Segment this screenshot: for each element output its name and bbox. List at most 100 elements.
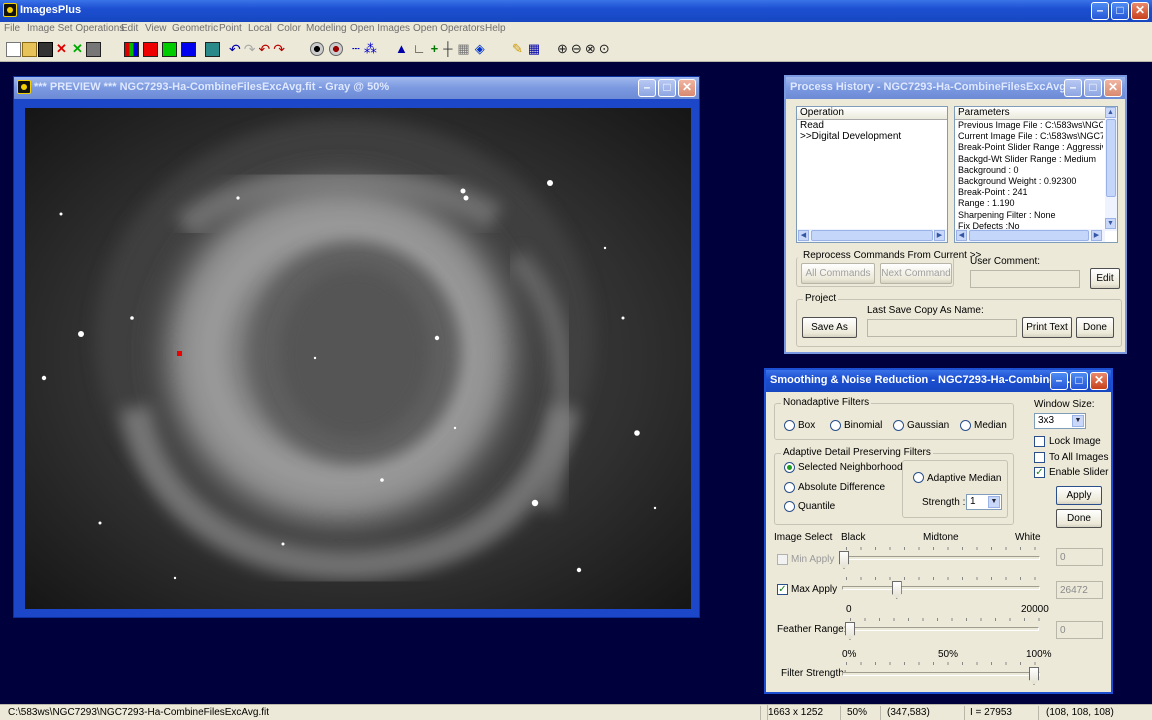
menu-image-set-operations[interactable]: Image Set Operations bbox=[27, 22, 124, 36]
operation-hscroll[interactable]: ◀ ▶ bbox=[797, 229, 947, 242]
smoothing-minimize-button[interactable]: – bbox=[1050, 372, 1068, 390]
select-box-icon[interactable]: ▦ bbox=[457, 41, 469, 57]
scroll-down-icon[interactable]: ▼ bbox=[1105, 218, 1116, 229]
scroll-left-icon[interactable]: ◀ bbox=[798, 230, 809, 241]
parameter-item[interactable]: Previous Image File : C:\583ws\NGC7 bbox=[958, 120, 1103, 131]
rgb-bars-icon[interactable] bbox=[124, 42, 139, 57]
median-radio[interactable] bbox=[960, 420, 971, 431]
quantile-label[interactable]: Quantile bbox=[798, 501, 835, 512]
history-minimize-button[interactable]: – bbox=[1064, 79, 1082, 97]
scroll-right-icon[interactable]: ▶ bbox=[1091, 230, 1102, 241]
selected-neighborhood-label[interactable]: Selected Neighborhood bbox=[798, 462, 903, 473]
new-file-icon[interactable] bbox=[6, 42, 21, 57]
min-apply-label[interactable]: Min Apply bbox=[791, 554, 834, 565]
min-apply-thumb[interactable] bbox=[839, 551, 849, 569]
gaussian-radio[interactable] bbox=[893, 420, 904, 431]
next-command-button[interactable]: Next Command bbox=[880, 263, 952, 284]
parameter-item[interactable]: Sharpening Filter : None bbox=[958, 210, 1103, 221]
plus-cursor-icon[interactable]: + bbox=[431, 41, 439, 57]
grid-icon[interactable] bbox=[205, 42, 220, 57]
to-all-images-checkbox[interactable] bbox=[1034, 452, 1045, 463]
history-close-button[interactable]: ✕ bbox=[1104, 79, 1122, 97]
lock-image-label[interactable]: Lock Image bbox=[1049, 436, 1101, 447]
box-label[interactable]: Box bbox=[798, 420, 815, 431]
dotted-line-icon[interactable]: ┄ bbox=[352, 41, 360, 57]
parameters-list[interactable]: Parameters Previous Image File : C:\583w… bbox=[954, 106, 1118, 243]
history-maximize-button[interactable]: □ bbox=[1084, 79, 1102, 97]
close-green-x-icon[interactable]: ✕ bbox=[70, 42, 85, 57]
scroll-right-icon[interactable]: ▶ bbox=[934, 230, 945, 241]
parameter-item[interactable]: Background Weight : 0.92300 bbox=[958, 176, 1103, 187]
menu-local[interactable]: Local bbox=[248, 22, 272, 36]
palette-icon[interactable]: ◈ bbox=[475, 41, 485, 57]
scroll-thumb[interactable] bbox=[1106, 119, 1116, 197]
adaptive-median-label[interactable]: Adaptive Median bbox=[927, 473, 1002, 484]
redo-icon[interactable]: ↷ bbox=[244, 41, 256, 57]
max-value-field[interactable]: 26472 bbox=[1056, 581, 1103, 599]
parameters-header[interactable]: Parameters bbox=[955, 107, 1117, 120]
done-button[interactable]: Done bbox=[1076, 317, 1114, 338]
zoom-actual-icon[interactable]: ⊙ bbox=[599, 41, 610, 57]
maximize-button[interactable]: □ bbox=[1111, 2, 1129, 20]
menu-open-operators[interactable]: Open Operators bbox=[413, 22, 485, 36]
user-comment-field[interactable] bbox=[970, 270, 1080, 288]
star-points-icon[interactable]: ⁂ bbox=[364, 41, 377, 57]
apply-button[interactable]: Apply bbox=[1056, 486, 1102, 505]
undo-red-icon[interactable]: ↶ bbox=[258, 41, 270, 57]
measure-icon[interactable]: ∟ bbox=[413, 41, 426, 57]
menu-geometric[interactable]: Geometric bbox=[172, 22, 218, 36]
binomial-label[interactable]: Binomial bbox=[844, 420, 882, 431]
feather-slider[interactable] bbox=[846, 627, 1039, 631]
menu-help[interactable]: Help bbox=[485, 22, 506, 36]
redo-red-icon[interactable]: ↷ bbox=[273, 41, 285, 57]
min-value-field[interactable]: 0 bbox=[1056, 548, 1103, 566]
zoom-out-icon[interactable]: ⊖ bbox=[571, 41, 582, 57]
green-channel-icon[interactable] bbox=[162, 42, 177, 57]
min-apply-checkbox[interactable] bbox=[777, 554, 788, 565]
parameters-vscroll[interactable]: ▲ ▼ bbox=[1105, 107, 1117, 231]
save-icon[interactable] bbox=[38, 42, 53, 57]
chevron-down-icon[interactable]: ▼ bbox=[1072, 415, 1084, 427]
histogram-left-icon[interactable] bbox=[310, 42, 324, 56]
quantile-radio[interactable] bbox=[784, 501, 795, 512]
zoom-in-icon[interactable]: ⊕ bbox=[557, 41, 568, 57]
enable-slider-label[interactable]: Enable Slider bbox=[1049, 467, 1108, 478]
scroll-thumb[interactable] bbox=[969, 230, 1089, 241]
lock-image-checkbox[interactable] bbox=[1034, 436, 1045, 447]
scroll-up-icon[interactable]: ▲ bbox=[1105, 107, 1116, 118]
smoothing-close-button[interactable]: ✕ bbox=[1090, 372, 1108, 390]
print-text-button[interactable]: Print Text bbox=[1022, 317, 1072, 338]
undo-icon[interactable]: ↶ bbox=[229, 41, 241, 57]
chevron-down-icon[interactable]: ▼ bbox=[988, 496, 1000, 508]
parameters-hscroll[interactable]: ◀ ▶ bbox=[955, 229, 1105, 242]
absolute-difference-label[interactable]: Absolute Difference bbox=[798, 482, 885, 493]
max-apply-checkbox[interactable]: ✓ bbox=[777, 584, 788, 595]
selected-neighborhood-radio[interactable] bbox=[784, 462, 795, 473]
strength-select[interactable]: 1 ▼ bbox=[966, 494, 1002, 510]
menu-modeling[interactable]: Modeling bbox=[306, 22, 347, 36]
edit-button[interactable]: Edit bbox=[1090, 268, 1120, 289]
save-as-button[interactable]: Save As bbox=[802, 317, 857, 338]
parameter-item[interactable]: Backgd-Wt Slider Range : Medium bbox=[958, 154, 1103, 165]
close-red-x-icon[interactable]: ✕ bbox=[54, 42, 69, 57]
filter-strength-thumb[interactable] bbox=[1029, 667, 1039, 685]
operation-item[interactable]: Read bbox=[797, 120, 947, 131]
max-apply-thumb[interactable] bbox=[891, 581, 902, 599]
operation-list[interactable]: Operation Read >>Digital Development ◀ ▶ bbox=[796, 106, 948, 243]
minimize-button[interactable]: – bbox=[1091, 2, 1109, 20]
preview-canvas[interactable] bbox=[25, 108, 691, 609]
operation-header[interactable]: Operation bbox=[797, 107, 947, 120]
parameter-item[interactable]: Background : 0 bbox=[958, 165, 1103, 176]
menu-color[interactable]: Color bbox=[277, 22, 301, 36]
histogram-right-icon[interactable] bbox=[329, 42, 343, 56]
smoothing-done-button[interactable]: Done bbox=[1056, 509, 1102, 528]
parameter-item[interactable]: Current Image File : C:\583ws\NGC72 bbox=[958, 131, 1103, 142]
median-label[interactable]: Median bbox=[974, 420, 1007, 431]
crosshair-icon[interactable]: ┼ bbox=[443, 41, 452, 57]
preview-close-button[interactable]: ✕ bbox=[678, 79, 696, 97]
feather-thumb[interactable] bbox=[845, 622, 855, 640]
triangle-icon[interactable]: ▲ bbox=[395, 41, 408, 57]
binomial-radio[interactable] bbox=[830, 420, 841, 431]
max-apply-label[interactable]: Max Apply bbox=[791, 584, 837, 595]
last-save-field[interactable] bbox=[867, 319, 1017, 337]
